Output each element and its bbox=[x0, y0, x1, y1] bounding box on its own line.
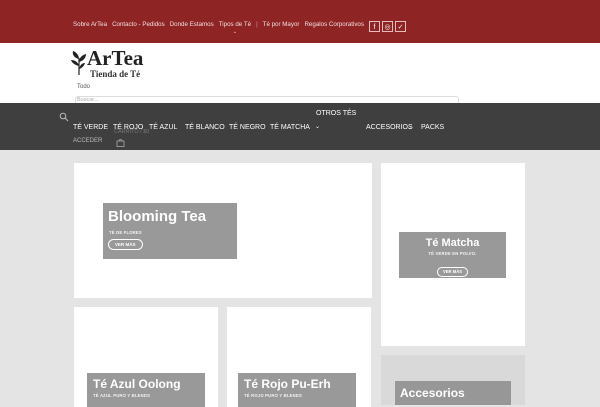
card-accesorios[interactable]: Accesorios bbox=[381, 355, 525, 405]
brand-tagline: Tienda de Té bbox=[90, 69, 141, 79]
account-link[interactable]: ACCEDER bbox=[73, 138, 102, 144]
button-wrap: VER MÁS bbox=[399, 260, 506, 278]
chevron-down-icon: ⌄ bbox=[232, 29, 237, 35]
category-select[interactable]: Todo bbox=[77, 84, 90, 90]
search-icon[interactable] bbox=[59, 112, 69, 122]
nav-te-negro[interactable]: TÉ NEGRO bbox=[229, 124, 266, 131]
top-link-sobre-artea[interactable]: Sobre ArTea bbox=[73, 21, 107, 35]
card-label: Té Matcha TÉ VERDE EN POLVO. VER MÁS bbox=[399, 232, 506, 278]
chevron-down-icon: ⌄ bbox=[315, 124, 321, 130]
top-link-donde-estamos[interactable]: Donde Estamos bbox=[170, 21, 214, 35]
card-subtitle: TÉ DE FLORES bbox=[109, 230, 142, 235]
card-te-matcha[interactable]: Té Matcha TÉ VERDE EN POLVO. VER MÁS bbox=[381, 163, 525, 346]
logo[interactable]: ArTea Tienda de Té bbox=[70, 48, 160, 80]
instagram-icon[interactable]: ◎ bbox=[382, 21, 393, 32]
top-link-tipos-de-te-label: Tipos de Té bbox=[218, 21, 252, 28]
nav-packs[interactable]: PACKS bbox=[421, 124, 444, 131]
top-link-regalos-corporativos[interactable]: Regalos Corporativos bbox=[304, 21, 364, 35]
card-te-azul-oolong[interactable]: Té Azul Oolong TÉ AZUL PURO Y BLENDS bbox=[74, 307, 218, 407]
cart-icon[interactable] bbox=[116, 138, 125, 147]
brand-name: ArTea bbox=[87, 46, 144, 70]
card-title: Accesorios bbox=[400, 386, 465, 400]
card-subtitle: TÉ AZUL PURO Y BLENDS bbox=[93, 393, 151, 398]
card-label: Té Rojo Pu-Erh TÉ ROJO PURO Y BLENDS bbox=[238, 373, 356, 407]
nav-te-azul[interactable]: TÉ AZUL bbox=[149, 124, 177, 131]
card-label: Accesorios bbox=[395, 381, 511, 405]
card-te-rojo-pu-erh[interactable]: Té Rojo Pu-Erh TÉ ROJO PURO Y BLENDS bbox=[227, 307, 371, 407]
card-blooming-tea[interactable]: Blooming Tea TÉ DE FLORES VER MÁS bbox=[74, 163, 372, 298]
card-title: Blooming Tea bbox=[108, 208, 207, 225]
top-link-contacto[interactable]: Contacto - Pedidos bbox=[112, 21, 165, 35]
ver-mas-button[interactable]: VER MÁS bbox=[108, 239, 143, 250]
social-links: f ◎ ✓ bbox=[369, 21, 406, 32]
nav-te-matcha[interactable]: TÉ MATCHA bbox=[270, 124, 310, 131]
site-header: ArTea Tienda de Té bbox=[0, 43, 600, 103]
top-link-te-por-mayor[interactable]: Té por Mayor bbox=[263, 21, 300, 35]
top-link-tipos-de-te[interactable]: Tipos de Té ⌄ bbox=[219, 21, 251, 35]
card-title: Té Azul Oolong bbox=[93, 377, 181, 391]
card-label: Té Azul Oolong TÉ AZUL PURO Y BLENDS bbox=[87, 373, 205, 407]
card-label: Blooming Tea TÉ DE FLORES VER MÁS bbox=[103, 203, 237, 259]
nav-te-blanco[interactable]: TÉ BLANCO bbox=[185, 124, 225, 131]
card-subtitle: TÉ VERDE EN POLVO. bbox=[428, 251, 477, 256]
chevron-down-icon: ⌄ bbox=[407, 125, 413, 131]
card-title: Té Rojo Pu-Erh bbox=[244, 377, 331, 391]
nav-otros-tes[interactable]: OTROS TÉS bbox=[316, 110, 356, 117]
facebook-icon[interactable]: f bbox=[369, 21, 380, 32]
tea-leaf-icon bbox=[71, 51, 86, 75]
cart-text[interactable]: CARRITO / $0 bbox=[114, 129, 149, 135]
nav-accesorios[interactable]: ACCESORIOS bbox=[366, 124, 413, 131]
twitter-icon[interactable]: ✓ bbox=[395, 21, 406, 32]
card-subtitle: TÉ ROJO PURO Y BLENDS bbox=[244, 393, 303, 398]
nav-te-verde[interactable]: TÉ VERDE bbox=[73, 124, 108, 131]
top-links: Sobre ArTea Contacto - Pedidos Donde Est… bbox=[73, 21, 364, 35]
ver-mas-button[interactable]: VER MÁS bbox=[436, 266, 469, 277]
divider: | bbox=[256, 21, 258, 28]
card-title: Té Matcha bbox=[425, 237, 480, 249]
